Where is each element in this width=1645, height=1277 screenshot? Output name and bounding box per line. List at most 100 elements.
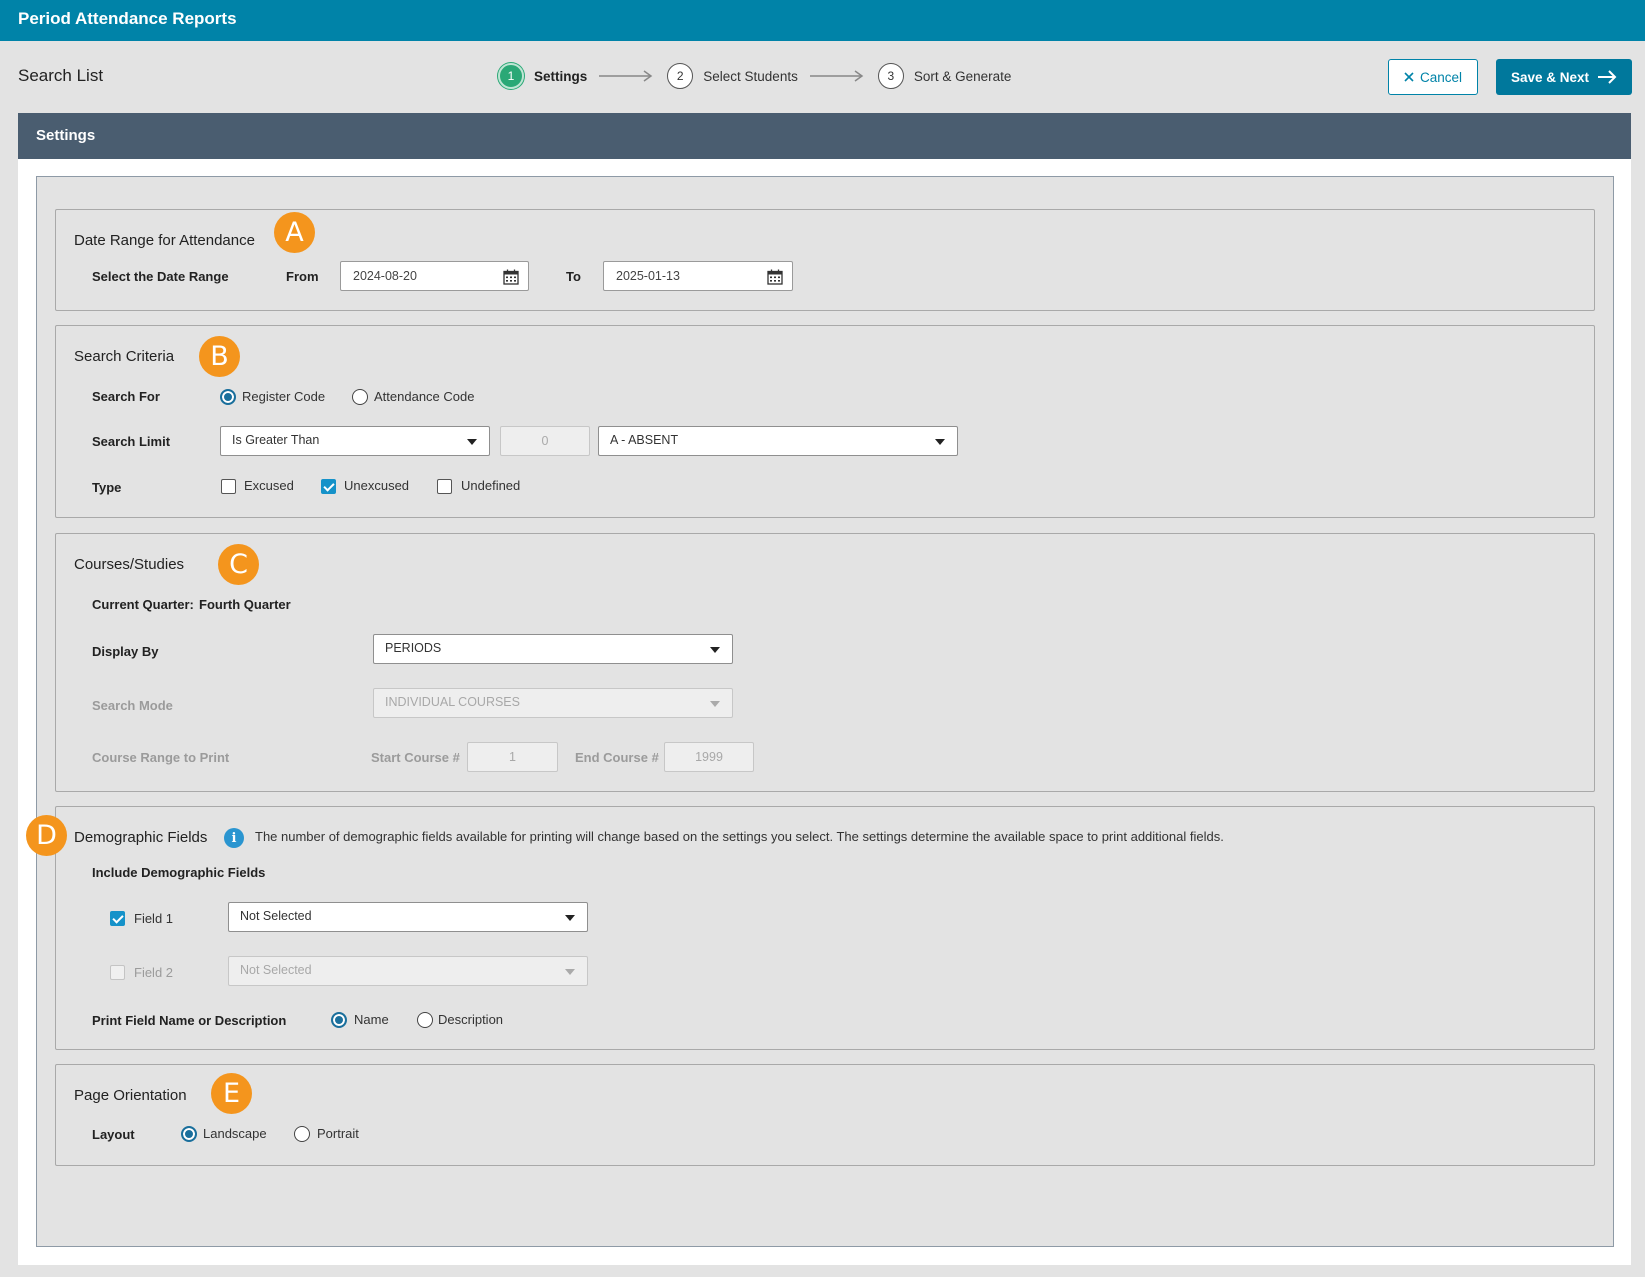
wizard-step-sort-generate[interactable]: 3 Sort & Generate	[877, 63, 1012, 89]
save-label: Save & Next	[1510, 69, 1590, 85]
excused-label: Excused	[244, 478, 294, 493]
field-1-value: Not Selected	[240, 909, 312, 923]
start-course-input[interactable]: 1	[467, 742, 558, 772]
portrait-radio[interactable]	[294, 1126, 310, 1142]
badge-a: A	[274, 212, 315, 253]
undefined-checkbox[interactable]	[437, 479, 452, 494]
section-title: Page Orientation	[74, 1087, 187, 1104]
badge-c: C	[218, 544, 259, 585]
cancel-label: Cancel	[1419, 69, 1463, 85]
arrow-right-icon	[809, 70, 864, 82]
landscape-label: Landscape	[203, 1126, 267, 1141]
field-1-checkbox[interactable]	[110, 911, 125, 926]
save-next-button[interactable]: Save & Next	[1496, 59, 1632, 95]
app-title-bar: Period Attendance Reports	[0, 0, 1645, 41]
search-for-label: Search For	[92, 389, 160, 404]
print-field-label: Print Field Name or Description	[92, 1013, 287, 1028]
search-mode-value: INDIVIDUAL COURSES	[385, 695, 520, 709]
chevron-down-icon	[565, 915, 575, 921]
settings-panel-header: Settings	[18, 113, 1631, 159]
close-icon	[1404, 72, 1414, 82]
field-2-value: Not Selected	[240, 963, 312, 977]
courses-section: Courses/Studies C Current Quarter: Fourt…	[55, 533, 1595, 792]
current-quarter-value: Fourth Quarter	[199, 597, 291, 612]
badge-b: B	[199, 336, 240, 377]
section-title: Date Range for Attendance	[74, 232, 255, 249]
chevron-down-icon	[710, 701, 720, 707]
date-range-label: Select the Date Range	[92, 269, 229, 284]
limit-code-value: A - ABSENT	[610, 433, 679, 447]
unexcused-checkbox[interactable]	[321, 479, 336, 494]
course-range-label: Course Range to Print	[92, 750, 230, 765]
step-label: Settings	[534, 68, 588, 84]
panel-title: Settings	[36, 127, 96, 144]
attendance-code-label: Attendance Code	[374, 389, 475, 404]
current-quarter-label: Current Quarter:	[92, 597, 194, 612]
section-title: Courses/Studies	[74, 556, 185, 573]
search-limit-label: Search Limit	[92, 434, 171, 449]
limit-code-select[interactable]: A - ABSENT	[598, 426, 958, 456]
print-name-label: Name	[354, 1012, 389, 1027]
step-number: 3	[877, 63, 904, 89]
include-demographics-label: Include Demographic Fields	[92, 865, 266, 880]
end-course-value: 1999	[695, 750, 723, 764]
print-name-radio[interactable]	[331, 1012, 347, 1028]
wizard-steps: 1 Settings 2 Select Students 3 Sort & Ge…	[498, 63, 1011, 89]
layout-label: Layout	[92, 1127, 135, 1142]
chevron-down-icon	[565, 969, 575, 975]
calendar-icon[interactable]	[503, 269, 519, 285]
to-date-input[interactable]: 2025-01-13	[603, 261, 793, 291]
wizard-step-select-students[interactable]: 2 Select Students	[667, 63, 798, 89]
from-date-value: 2024-08-20	[353, 269, 417, 283]
attendance-code-radio[interactable]	[352, 389, 368, 405]
field-2-checkbox[interactable]	[110, 965, 125, 980]
to-label: To	[566, 269, 581, 284]
display-by-label: Display By	[92, 644, 159, 659]
limit-value: 0	[541, 434, 549, 448]
search-criteria-section: Search Criteria B Search For Register Co…	[55, 325, 1595, 518]
limit-value-input[interactable]: 0	[500, 426, 590, 456]
excused-checkbox[interactable]	[221, 479, 236, 494]
print-description-radio[interactable]	[417, 1012, 433, 1028]
from-date-input[interactable]: 2024-08-20	[340, 261, 529, 291]
search-mode-select[interactable]: INDIVIDUAL COURSES	[373, 688, 733, 718]
badge-d: D	[26, 815, 67, 856]
print-description-label: Description	[438, 1012, 504, 1027]
start-course-value: 1	[509, 750, 516, 764]
field-1-select[interactable]: Not Selected	[228, 902, 588, 932]
start-course-label: Start Course #	[371, 750, 460, 765]
limit-operator-value: Is Greater Than	[232, 433, 320, 447]
cancel-button[interactable]: Cancel	[1388, 59, 1478, 95]
arrow-right-icon	[1598, 70, 1617, 84]
step-number: 2	[667, 63, 694, 89]
step-label: Sort & Generate	[913, 68, 1012, 84]
step-label: Select Students	[703, 68, 798, 84]
section-title: Demographic Fields	[74, 829, 208, 846]
register-code-radio[interactable]	[220, 389, 236, 405]
step-number: 1	[498, 63, 524, 89]
from-label: From	[286, 269, 319, 284]
chevron-down-icon	[710, 647, 720, 653]
info-icon[interactable]: i	[224, 828, 244, 848]
display-by-value: PERIODS	[385, 641, 442, 655]
page-heading: Search List	[18, 66, 104, 85]
undefined-label: Undefined	[461, 478, 521, 493]
wizard-step-settings[interactable]: 1 Settings	[498, 63, 587, 89]
end-course-input[interactable]: 1999	[664, 742, 754, 772]
date-range-section: Date Range for Attendance A Select the D…	[55, 209, 1595, 311]
unexcused-label: Unexcused	[344, 478, 410, 493]
page-orientation-section: Page Orientation E Layout Landscape Port…	[55, 1064, 1595, 1166]
end-course-label: End Course #	[575, 750, 659, 765]
limit-operator-select[interactable]: Is Greater Than	[220, 426, 490, 456]
register-code-label: Register Code	[242, 389, 326, 404]
portrait-label: Portrait	[317, 1126, 359, 1141]
display-by-select[interactable]: PERIODS	[373, 634, 733, 664]
calendar-icon[interactable]	[767, 269, 783, 285]
demographic-fields-section: Demographic Fields i The number of demog…	[55, 806, 1595, 1050]
demographics-info-text: The number of demographic fields availab…	[255, 829, 1224, 844]
to-date-value: 2025-01-13	[616, 269, 680, 283]
landscape-radio[interactable]	[181, 1126, 197, 1142]
chevron-down-icon	[935, 439, 945, 445]
field-2-select[interactable]: Not Selected	[228, 956, 588, 986]
arrow-right-icon	[599, 70, 653, 82]
